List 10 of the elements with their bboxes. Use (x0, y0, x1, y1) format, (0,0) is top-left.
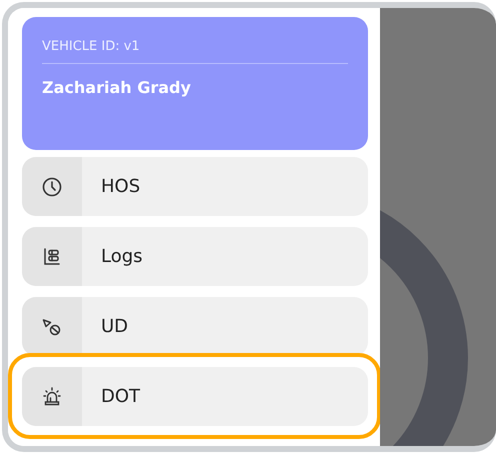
menu-item[interactable]: HOS (22, 157, 368, 216)
menu-item[interactable]: Logs (22, 227, 368, 286)
menu-item[interactable]: DOT (22, 367, 368, 426)
pointer-blocked-icon (42, 318, 62, 336)
vehicle-id: VEHICLE ID: v1 (42, 39, 141, 56)
driver-name: Zachariah Grady (42, 78, 191, 97)
siren-icon (41, 386, 63, 406)
menu-item[interactable]: UD (22, 297, 368, 356)
logs-icon (43, 248, 61, 266)
clock-icon (42, 176, 62, 196)
